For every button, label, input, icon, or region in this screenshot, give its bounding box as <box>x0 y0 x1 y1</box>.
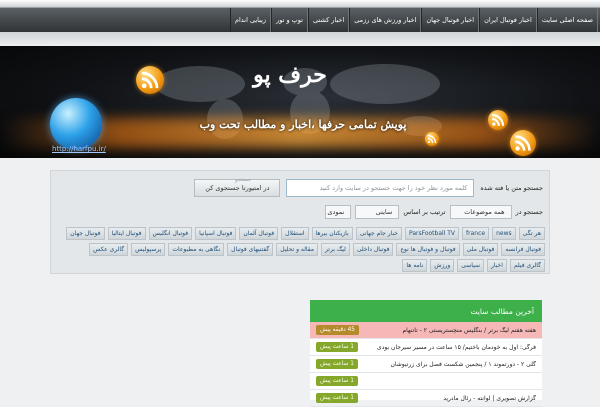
nav-item-ball-net[interactable]: توپ و تور <box>271 8 308 32</box>
main-nav: صفحه اصلی سایت اخبار فوتبال ایران اخبار … <box>0 8 600 32</box>
time-badge: 1 ساعت پیش <box>316 342 358 352</box>
tag-link[interactable]: فوتبال جهان <box>66 227 105 240</box>
time-badge: 1 ساعت پیش <box>316 376 358 386</box>
site-title: حرف پو <box>253 62 327 88</box>
sort-label: ترتیب بر اساس <box>403 208 446 216</box>
tag-link[interactable]: اخبار <box>486 259 507 272</box>
category-select[interactable]: همه موضوعات <box>449 205 512 219</box>
recent-posts-title: آخرین مطالب سایت <box>310 300 542 322</box>
tag-link[interactable]: فوتبال و فوتبال ها نوع <box>396 243 460 256</box>
tag-link[interactable]: گفتنیهای فوتبال <box>227 243 274 256</box>
search-tooltip: جستجو <box>235 177 252 183</box>
post-title-link[interactable]: هفته هفتم لیگ برتر / بنگلیس منچستریستی ۲… <box>402 327 536 334</box>
search-input[interactable]: کلمه مورد نظر خود را جهت جستجو در سایت و… <box>286 179 475 197</box>
list-item[interactable]: فرگی: اول به خودمان باختیم/ ۱۵ ساعت در م… <box>310 339 542 356</box>
tag-link[interactable]: پرسپولیس <box>131 243 166 256</box>
search-placeholder: کلمه مورد نظر خود را جهت جستجو در سایت و… <box>319 184 468 192</box>
tag-link[interactable]: استقلال <box>281 227 309 240</box>
tag-link[interactable]: فوتبال داخلی <box>352 243 394 256</box>
globe-logo-icon <box>50 98 102 150</box>
tag-link[interactable]: فوتبال انگلیس <box>148 227 193 240</box>
tag-link[interactable]: نگاهی به مطبوعات <box>168 243 225 256</box>
tag-link[interactable]: لیگ برتر <box>321 243 350 256</box>
tag-link[interactable]: france <box>462 227 490 240</box>
order-select[interactable]: نمودی <box>325 205 352 219</box>
site-url-link[interactable]: http://harfpu.ir/ <box>52 145 106 153</box>
list-item[interactable]: گزارش تصویری | لوانته - رئال مادرید 1 سا… <box>310 390 542 407</box>
search-panel: جستجو متن یا فته شده کلمه مورد نظر خود ر… <box>50 170 550 274</box>
search-label: جستجو متن یا فته شده <box>480 184 543 192</box>
nav-item-martial-arts[interactable]: اخبار ورزش های رزمی <box>349 8 422 32</box>
list-item[interactable]: هفته هفتم لیگ برتر / بنگلیس منچستریستی ۲… <box>310 322 542 339</box>
list-item[interactable]: 1 ساعت پیش <box>310 373 542 390</box>
tag-link[interactable]: فوتبال ایتالیا <box>107 227 146 240</box>
tag-link[interactable]: نامه ها <box>402 259 428 272</box>
tag-link[interactable]: مقاله و تحلیل <box>276 243 318 256</box>
tag-link[interactable]: فوتبال اسپانیا <box>195 227 237 240</box>
post-title-link[interactable]: گلی ۲ - دورتموند ۱ / پنجمین شکست فصل برا… <box>390 361 536 368</box>
tag-link[interactable]: news <box>492 227 516 240</box>
tag-link[interactable]: فوتبال آلمان <box>239 227 279 240</box>
tag-link[interactable]: سیاسی <box>457 259 484 272</box>
tag-link[interactable]: بازیکنان بیرها <box>311 227 353 240</box>
tag-link[interactable]: فوتبال ملی <box>462 243 499 256</box>
nav-item-iran-football[interactable]: اخبار فوتبال ایران <box>479 8 537 32</box>
time-badge: 45 دقیقه پیش <box>316 325 359 335</box>
nav-shadow <box>0 32 600 46</box>
rss-icon <box>136 66 164 94</box>
top-strip <box>0 0 600 8</box>
post-title-link[interactable]: گزارش تصویری | لوانته - رئال مادرید <box>443 395 536 402</box>
tag-link[interactable]: ParsFootball TV <box>404 227 460 240</box>
nav-item-world-football[interactable]: اخبار فوتبال جهان <box>421 8 480 32</box>
nav-item-home[interactable]: صفحه اصلی سایت <box>536 8 598 32</box>
tag-link[interactable]: گالری فیلم <box>509 259 545 272</box>
tag-link[interactable]: فوتبال فرانسه <box>501 243 545 256</box>
rss-icon <box>425 132 439 146</box>
tag-link[interactable]: ورزش <box>430 259 455 272</box>
list-item[interactable]: گلی ۲ - دورتموند ۱ / پنجمین شکست فصل برا… <box>310 356 542 373</box>
tag-cloud: هر تگی news france ParsFootball TV خبار … <box>59 227 545 272</box>
nav-item-bodybuilding[interactable]: زیبایی اندام <box>230 8 272 32</box>
post-title-link[interactable]: فرگی: اول به خودمان باختیم/ ۱۵ ساعت در م… <box>377 344 536 351</box>
site-subtitle: پویش تمامی حرفها ،اخبار و مطالب تحت وب <box>199 118 407 131</box>
rss-icon <box>488 110 508 130</box>
nav-item-wrestling[interactable]: اخبار کشتی <box>307 8 350 32</box>
recent-posts-widget: آخرین مطالب سایت هفته هفتم لیگ برتر / بن… <box>310 300 542 407</box>
sort-select[interactable]: سایتی <box>355 205 400 219</box>
tag-link[interactable]: خبار جام جهانی <box>355 227 402 240</box>
tag-link[interactable]: هر تگی <box>518 227 545 240</box>
site-banner: حرف پو پویش تمامی حرفها ،اخبار و مطالب ت… <box>0 46 600 158</box>
search-in-label: جستجو در <box>515 208 543 216</box>
rss-icon <box>510 130 536 156</box>
time-badge: 1 ساعت پیش <box>316 359 358 369</box>
time-badge: 1 ساعت پیش <box>316 393 358 403</box>
tag-link[interactable]: گالری عکس <box>89 243 129 256</box>
